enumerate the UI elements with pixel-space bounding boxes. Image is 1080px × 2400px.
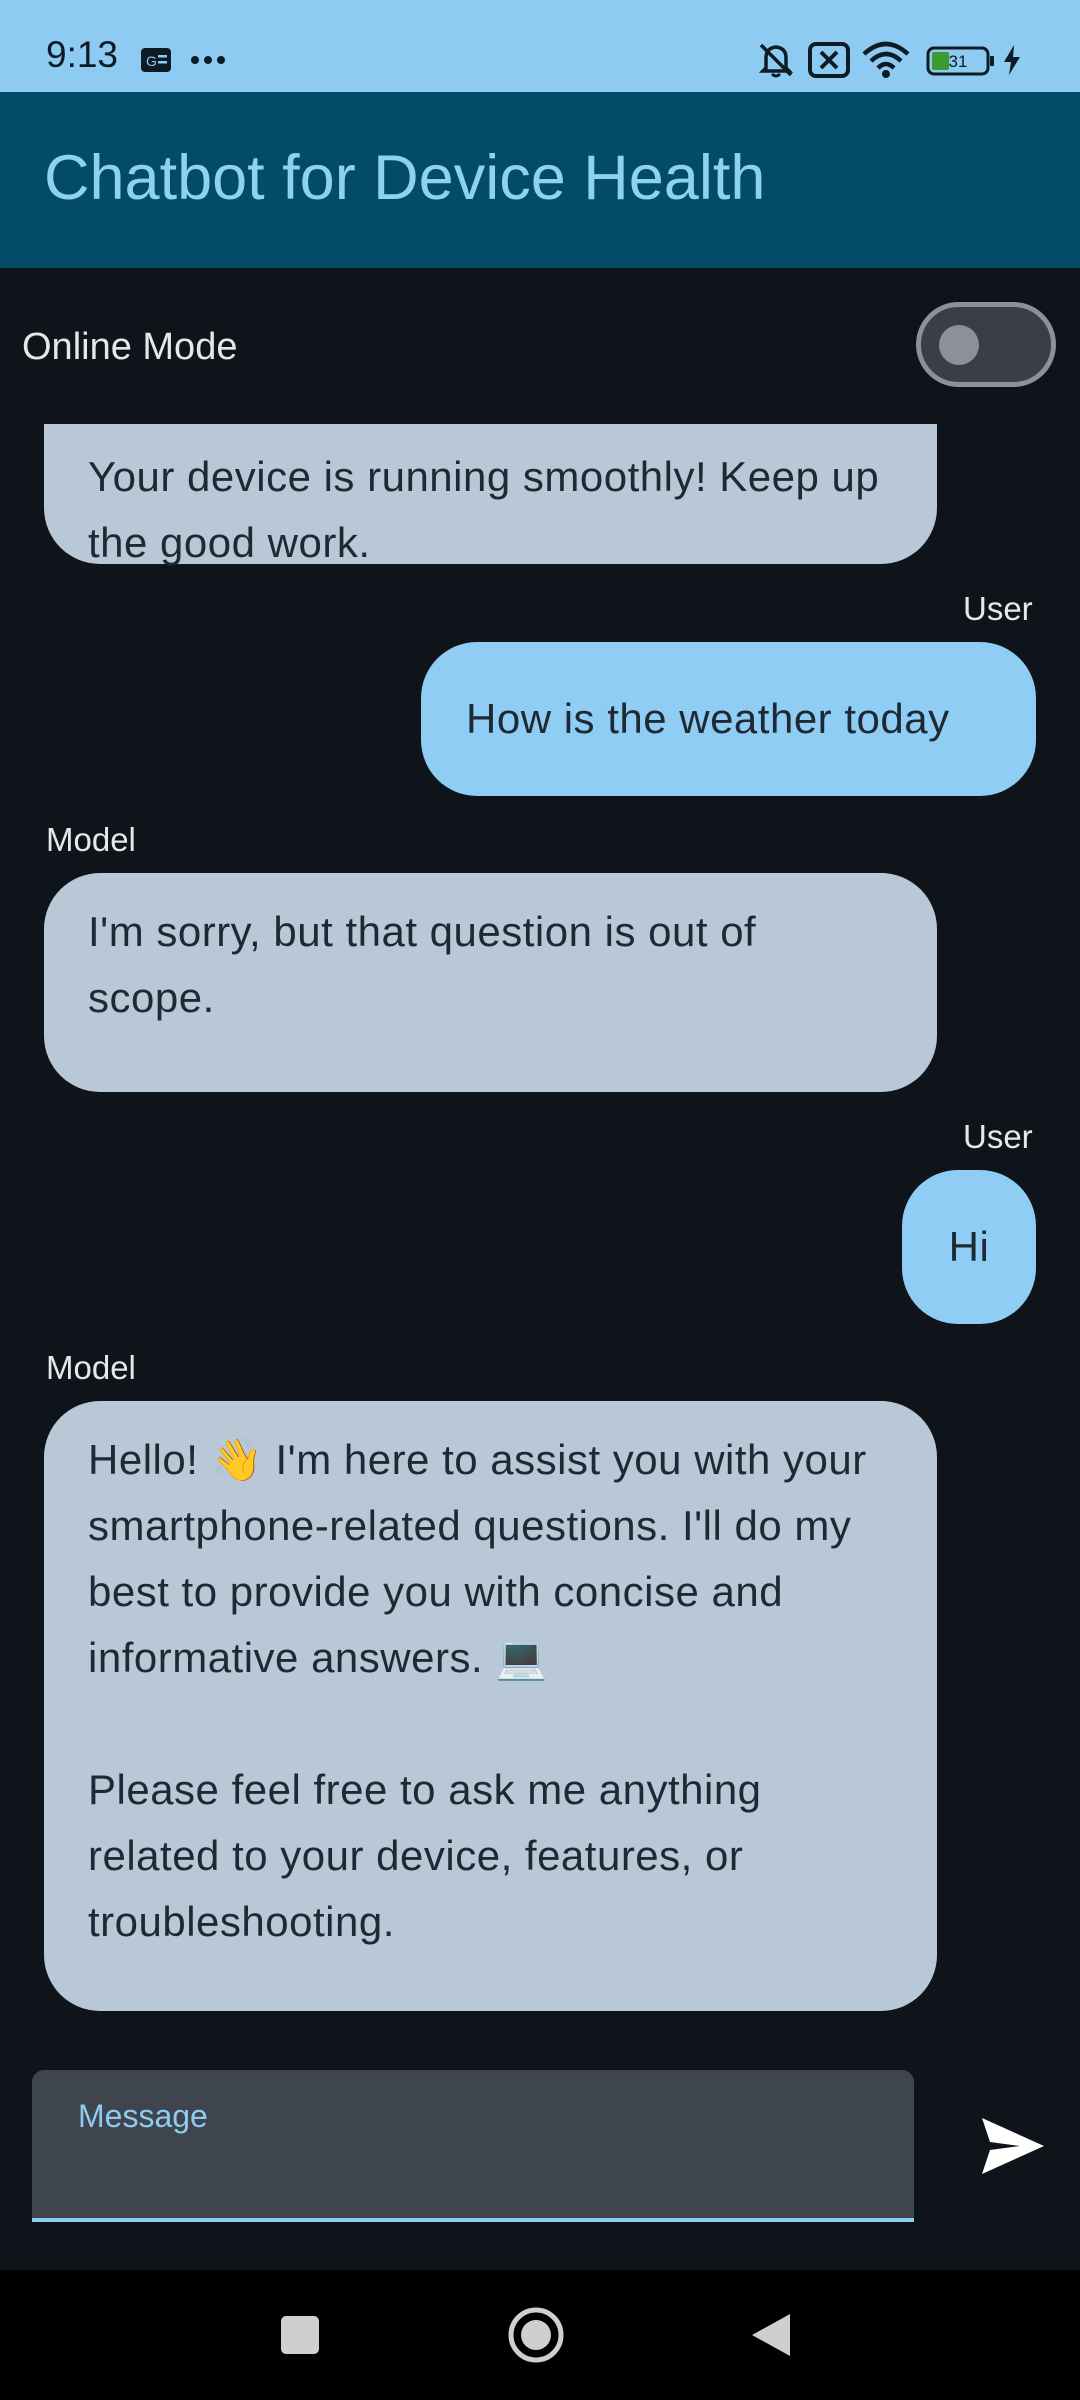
online-mode-label: Online Mode <box>22 326 238 368</box>
app-bar: Chatbot for Device Health <box>0 92 1080 268</box>
chat-list[interactable]: Your device is running smoothly! Keep up… <box>0 424 1080 2020</box>
back-triangle-icon[interactable] <box>750 2312 792 2358</box>
sender-label: Model <box>46 821 136 858</box>
message-text: I'm sorry, but that question is out of s… <box>88 908 769 1021</box>
sim-card-icon: G <box>141 48 171 72</box>
toggle-knob <box>939 325 979 365</box>
model-message-bubble: I'm sorry, but that question is out of s… <box>44 873 937 1092</box>
navigation-bar <box>0 2270 1080 2400</box>
user-message-bubble: Hi <box>902 1170 1036 1324</box>
more-dots-icon <box>191 56 225 64</box>
send-icon[interactable] <box>980 2116 1046 2176</box>
charging-icon <box>1004 45 1020 75</box>
sender-label: Model <box>46 1349 136 1386</box>
svg-text:G: G <box>146 53 157 69</box>
online-mode-toggle[interactable] <box>916 302 1056 387</box>
model-message-bubble: Hello! 👋 I'm here to assist you with you… <box>44 1401 937 2011</box>
no-sim-icon <box>808 42 850 78</box>
recents-square-icon[interactable] <box>280 2315 320 2355</box>
message-text: Hello! 👋 I'm here to assist you with you… <box>88 1436 879 1681</box>
message-input-container[interactable]: Message <box>32 2070 914 2222</box>
mute-bell-icon <box>758 43 794 78</box>
model-message-bubble: Your device is running smoothly! Keep up… <box>44 424 937 566</box>
battery-level-text: 31 <box>949 52 968 71</box>
app-title: Chatbot for Device Health <box>44 143 766 213</box>
user-message-bubble: How is the weather today <box>421 642 1036 796</box>
message-text: Hi <box>948 1223 990 1270</box>
battery-icon: 31 <box>926 46 994 76</box>
message-input[interactable] <box>32 2070 914 2218</box>
status-bar: 9:13 G 31 <box>0 0 1080 92</box>
status-time: 9:13 <box>46 34 119 75</box>
message-text: Your device is running smoothly! Keep up… <box>88 453 892 566</box>
home-circle-icon[interactable] <box>507 2306 565 2364</box>
sender-label: User <box>963 1118 1033 1155</box>
message-text: Please feel free to ask me anything rela… <box>88 1766 774 1945</box>
wifi-icon <box>862 41 910 78</box>
message-text: How is the weather today <box>466 695 950 742</box>
sender-label: User <box>963 590 1033 627</box>
